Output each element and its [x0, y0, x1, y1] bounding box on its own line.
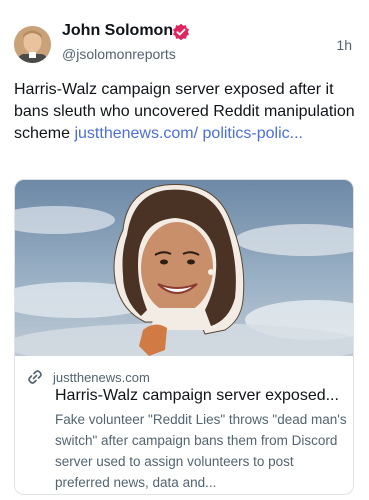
verified-badge-icon	[173, 23, 189, 41]
social-post[interactable]: John Solomon @jsolomonreports 1h Harris-…	[0, 0, 369, 500]
card-domain: justthenews.com	[53, 369, 150, 385]
link-icon	[28, 370, 42, 384]
card-image[interactable]	[15, 180, 353, 356]
author-avatar[interactable]	[14, 26, 51, 63]
post-text: Harris-Walz campaign server exposed afte…	[14, 79, 359, 145]
card-domain-row: justthenews.com	[27, 368, 150, 386]
post-timestamp[interactable]: 1h	[336, 37, 352, 53]
author-name[interactable]: John Solomon	[62, 22, 173, 40]
card-description: Fake volunteer "Reddit Lies" throws "dea…	[55, 412, 347, 490]
author-handle[interactable]: @jsolomonreports	[62, 46, 176, 62]
link-preview-card[interactable]: justthenews.com Harris-Walz campaign ser…	[14, 179, 354, 495]
card-title[interactable]: Harris-Walz campaign server exposed...	[55, 387, 350, 405]
post-link[interactable]: justthenews.com/ politics-polic...	[74, 125, 303, 142]
